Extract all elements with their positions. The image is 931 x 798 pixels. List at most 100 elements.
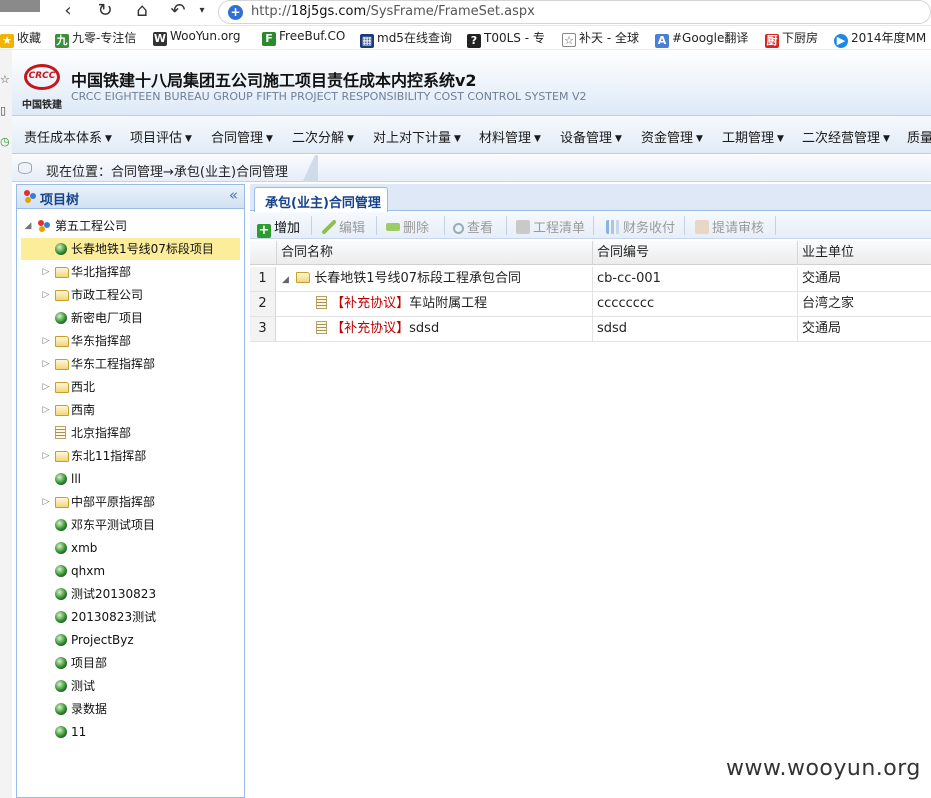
tree-node[interactable]: 项目部 (21, 652, 236, 674)
bill-of-quantities-button[interactable]: 工程清单 (516, 217, 585, 236)
tree-node[interactable]: 测试20130823 (21, 583, 236, 605)
globe-icon (55, 519, 67, 531)
breadcrumb-text: 现在位置：合同管理→承包(业主)合同管理 (46, 165, 289, 180)
expand-icon[interactable]: ◢ (23, 215, 33, 237)
tree-node[interactable]: lll (21, 468, 236, 490)
tree-node[interactable]: ▷ 华北指挥部 (21, 261, 236, 283)
tree-node[interactable]: ▷ 华东指挥部 (21, 330, 236, 352)
tree-node[interactable]: 11 (21, 721, 236, 743)
bookmark-item[interactable]: W WooYun.org (153, 29, 241, 46)
grid-header: 合同名称 合同编号 业主单位 (250, 241, 931, 265)
app-subtitle: CRCC EIGHTEEN BUREAU GROUP FIFTH PROJECT… (71, 90, 587, 103)
address-bar[interactable]: + http://18j5gs.com/SysFrame/FrameSet.as… (218, 0, 931, 24)
star-icon[interactable]: ☆ (0, 74, 11, 86)
expand-icon[interactable]: ▷ (41, 376, 51, 398)
tree-node[interactable]: 测试 (21, 675, 236, 697)
tree-node[interactable]: ▷ 东北11指挥部 (21, 445, 236, 467)
tree-node[interactable]: ProjectByz (21, 629, 236, 651)
nav-item[interactable]: 二次经营管理 ▼ (802, 127, 890, 146)
submit-review-button[interactable]: 提请审核 (695, 217, 764, 236)
edit-button[interactable]: 编辑 (322, 217, 365, 236)
tab-contract-management[interactable]: 承包(业主)合同管理 (254, 187, 388, 212)
nav-item[interactable]: 合同管理 ▼ (211, 127, 273, 146)
tree-node[interactable]: ▷ 市政工程公司 (21, 284, 236, 306)
nav-item[interactable]: 资金管理 ▼ (641, 127, 703, 146)
bookmark-item[interactable]: ☆ 补天 - 全球 (562, 29, 639, 47)
tree-node[interactable]: qhxm (21, 560, 236, 582)
panel-icon[interactable]: ▯ (0, 105, 11, 117)
watermark: www.wooyun.org (726, 756, 921, 781)
tree-node[interactable]: 长春地铁1号线07标段项目 (21, 238, 240, 260)
column-header[interactable]: 业主单位 (797, 241, 931, 265)
tree-node[interactable]: ▷ 西北 (21, 376, 236, 398)
bookmark-item[interactable]: ? T00LS - 专 (467, 29, 545, 48)
home-icon[interactable]: ⌂ (130, 0, 154, 24)
nav-item[interactable]: 责任成本体系 ▼ (24, 127, 112, 146)
bookmark-item[interactable]: ▶ 2014年度MM (834, 29, 926, 48)
expand-icon[interactable]: ▷ (41, 353, 51, 375)
tree-node-root[interactable]: ◢ 第五工程公司 (17, 215, 244, 237)
bookmark-item[interactable]: ▦ md5在线查询 (360, 29, 452, 48)
url-text[interactable]: http://18j5gs.com/SysFrame/FrameSet.aspx (251, 4, 535, 19)
expand-icon[interactable]: ▷ (41, 445, 51, 467)
globe-icon (55, 588, 67, 600)
undo-icon[interactable]: ↶ (166, 0, 190, 24)
list-icon (516, 220, 530, 234)
expand-icon[interactable]: ▷ (41, 399, 51, 421)
table-row[interactable]: 1 ◢ 长春地铁1号线07标段工程承包合同 cb-cc-001 交通局 (250, 267, 931, 292)
view-button[interactable]: 查看 (453, 217, 493, 236)
nav-item[interactable]: 项目评估 ▼ (130, 127, 192, 146)
pencil-icon (322, 220, 336, 234)
globe-icon (55, 726, 67, 738)
collapse-row-icon[interactable]: ◢ (282, 275, 289, 285)
column-header[interactable]: 合同编号 (592, 241, 797, 265)
bookmark-item[interactable]: ★ 收藏 (0, 29, 41, 48)
globe-icon (55, 542, 67, 554)
tree-node[interactable]: ▷ 中部平原指挥部 (21, 491, 236, 513)
table-row[interactable]: 3 【补充协议】sdsd sdsd 交通局 (250, 317, 931, 342)
bookmark-item[interactable]: A #Google翻译 (655, 29, 748, 48)
tree-node[interactable]: ▷ 华东工程指挥部 (21, 353, 236, 375)
bookmark-item[interactable]: 厨下厨房 (765, 29, 818, 48)
nav-item[interactable]: 工期管理 ▼ (722, 127, 784, 146)
nav-item[interactable]: 对上对下计量 ▼ (373, 127, 461, 146)
column-header[interactable]: 合同名称 (276, 241, 592, 265)
window-corner (0, 0, 40, 12)
tree-node-label: 中部平原指挥部 (71, 495, 156, 509)
browser-toolbar: ‹ ↻ ⌂ ↶ ▾ + http://18j5gs.com/SysFrame/F… (0, 0, 931, 26)
back-icon[interactable]: ‹ (56, 0, 80, 24)
nav-item[interactable]: 设备管理 ▼ (560, 127, 622, 146)
tree-node[interactable]: 20130823测试 (21, 606, 236, 628)
expand-icon[interactable]: ▷ (41, 330, 51, 352)
people-icon (24, 190, 36, 203)
tree-node[interactable]: ▷ 西南 (21, 399, 236, 421)
security-icon: + (228, 5, 243, 20)
clock-icon[interactable]: ◷ (0, 136, 11, 148)
collapse-icon[interactable]: « (229, 186, 238, 204)
bookmark-item[interactable]: 九九零-专注信 (55, 29, 136, 48)
expand-icon[interactable]: ▷ (41, 491, 51, 513)
finance-button[interactable]: 财务收付 (606, 217, 675, 236)
expand-icon[interactable]: ▷ (41, 284, 51, 306)
nav-item[interactable]: 质量 (907, 127, 931, 146)
globe-icon (55, 243, 67, 255)
tree-node-label: 东北11指挥部 (71, 449, 147, 463)
document-icon (316, 321, 327, 334)
table-row[interactable]: 2 【补充协议】车站附属工程 cccccccc 台湾之家 (250, 292, 931, 317)
main-nav: 责任成本体系 ▼ 项目评估 ▼ 合同管理 ▼ 二次分解 ▼ 对上对下计量 ▼ 材料管理 ▼ … (12, 116, 931, 154)
contract-name-cell: 【补充协议】sdsd (276, 317, 592, 341)
tree-node[interactable]: 邓东平测试项目 (21, 514, 236, 536)
globe-icon (55, 634, 67, 646)
chevron-down-icon[interactable]: ▾ (190, 0, 214, 24)
nav-item[interactable]: 二次分解 ▼ (292, 127, 354, 146)
bookmark-item[interactable]: F FreeBuf.CO (262, 29, 345, 46)
tree-node[interactable]: xmb (21, 537, 236, 559)
tree-node[interactable]: 录数据 (21, 698, 236, 720)
nav-item[interactable]: 材料管理 ▼ (479, 127, 541, 146)
add-button[interactable]: + 增加 (257, 217, 300, 238)
delete-button[interactable]: 删除 (386, 217, 429, 236)
tree-node[interactable]: 新密电厂项目 (21, 307, 236, 329)
reload-icon[interactable]: ↻ (93, 0, 117, 24)
expand-icon[interactable]: ▷ (41, 261, 51, 283)
tree-node[interactable]: 北京指挥部 (21, 422, 236, 444)
